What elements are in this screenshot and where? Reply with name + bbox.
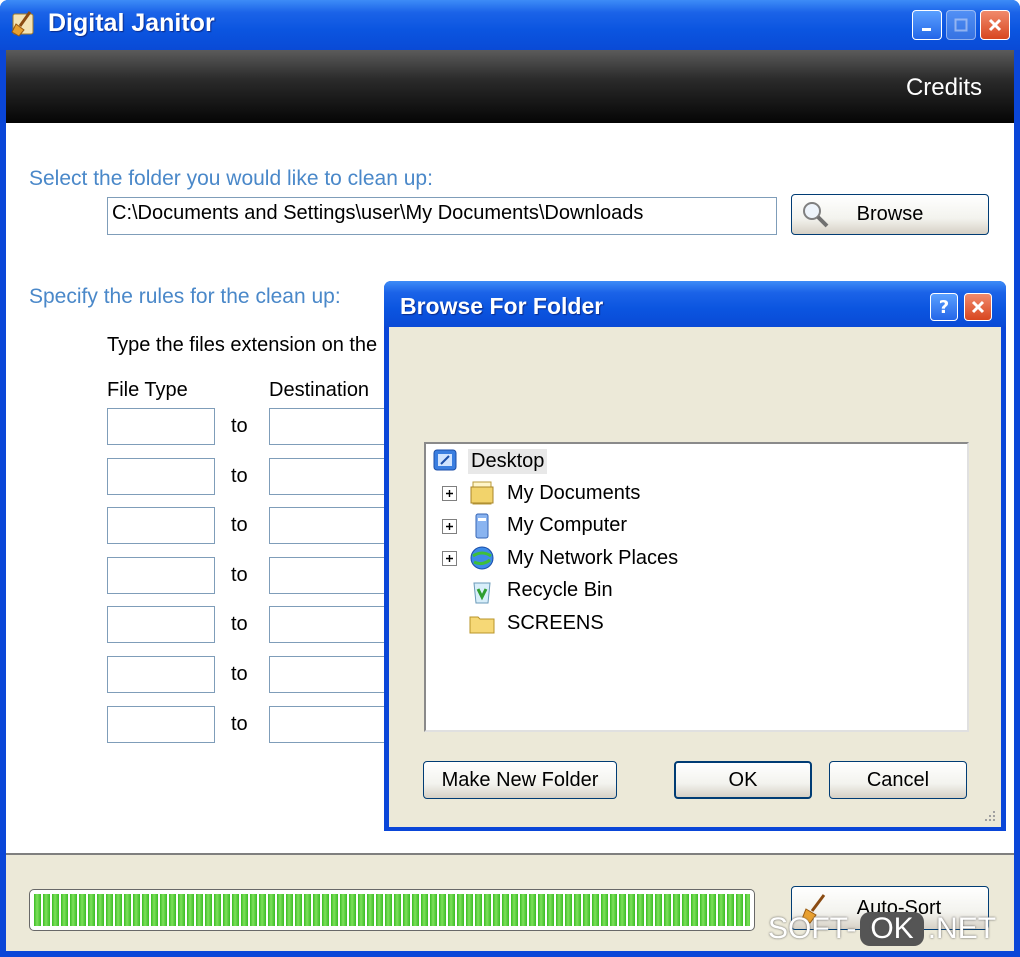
tree-item-label: SCREENS — [507, 611, 604, 634]
to-label: to — [231, 514, 248, 536]
watermark-part1: SOFT- — [768, 912, 857, 945]
close-button[interactable] — [980, 10, 1010, 40]
file-type-column-header: File Type — [107, 379, 188, 401]
maximize-button[interactable] — [946, 10, 976, 40]
maximize-icon — [954, 18, 968, 32]
broom-icon — [11, 11, 34, 37]
minimize-button[interactable] — [912, 10, 942, 40]
minimize-icon — [922, 28, 931, 31]
header-band: Credits — [6, 50, 1014, 123]
close-icon — [971, 300, 985, 314]
destination-input[interactable] — [269, 606, 399, 643]
destination-input[interactable] — [269, 458, 399, 495]
to-label: to — [231, 663, 248, 685]
to-label: to — [231, 713, 248, 735]
file-type-input[interactable] — [107, 606, 215, 643]
watermark-part2: OK — [860, 912, 924, 946]
tree-item-label: Desktop — [468, 448, 548, 474]
tree-item[interactable]: My Network Places — [468, 543, 681, 573]
ok-button[interactable]: OK — [674, 761, 812, 799]
tree-item[interactable]: My Documents — [468, 478, 643, 508]
to-label: to — [231, 415, 248, 437]
make-new-folder-button[interactable]: Make New Folder — [423, 761, 617, 799]
browse-button[interactable]: Browse — [791, 194, 989, 235]
title-bar[interactable]: Digital Janitor — [0, 0, 1020, 50]
recycle-bin-icon — [473, 582, 491, 603]
tree-item[interactable]: Recycle Bin — [468, 576, 616, 606]
tree-expander-plus-icon[interactable] — [442, 486, 457, 501]
to-label: to — [231, 564, 248, 586]
watermark: SOFT- OK .NET — [768, 912, 996, 946]
file-type-input[interactable] — [107, 557, 215, 594]
destination-input[interactable] — [269, 557, 399, 594]
progress-bar — [29, 889, 755, 931]
browse-button-label: Browse — [856, 203, 924, 225]
rules-section-label: Specify the rules for the clean up: — [29, 285, 341, 308]
dialog-close-button[interactable] — [964, 293, 992, 321]
file-type-input[interactable] — [107, 706, 215, 743]
folder-icon — [469, 616, 495, 634]
destination-input[interactable] — [269, 656, 399, 693]
network-places-icon — [470, 546, 494, 570]
help-icon: ? — [938, 296, 950, 318]
tree-item-label: Recycle Bin — [507, 579, 613, 601]
my-documents-icon — [470, 481, 494, 505]
folder-path-input[interactable]: C:\Documents and Settings\user\My Docume… — [107, 197, 777, 235]
tree-item-label: My Documents — [507, 481, 641, 504]
browse-for-folder-dialog: Browse For Folder ? Desktop My Documents… — [384, 281, 1006, 831]
file-type-input[interactable] — [107, 656, 215, 693]
tree-item[interactable]: My Computer — [468, 511, 630, 541]
destination-input[interactable] — [269, 507, 399, 544]
tree-expander-plus-icon[interactable] — [442, 551, 457, 566]
destination-input[interactable] — [269, 408, 399, 445]
folder-tree[interactable]: Desktop My Documents My Computer My Networ… — [424, 442, 969, 732]
folder-section-label: Select the folder you would like to clea… — [29, 167, 433, 190]
to-label: to — [231, 465, 248, 487]
magnifier-icon — [803, 202, 829, 228]
desktop-icon — [433, 449, 457, 471]
watermark-part3: .NET — [927, 912, 997, 945]
tree-item-label: My Network Places — [507, 546, 679, 569]
tree-item[interactable]: SCREENS — [468, 608, 607, 638]
window-title: Digital Janitor — [48, 9, 215, 37]
my-computer-icon — [475, 513, 489, 538]
cancel-button[interactable]: Cancel — [829, 761, 967, 799]
file-type-input[interactable] — [107, 507, 215, 544]
credits-link[interactable]: Credits — [906, 74, 982, 102]
to-label: to — [231, 613, 248, 635]
dialog-body: Desktop My Documents My Computer My Networ… — [389, 327, 1001, 827]
close-icon — [988, 18, 1002, 32]
tree-expander-plus-icon[interactable] — [442, 518, 457, 534]
tree-item-desktop[interactable]: Desktop — [432, 446, 548, 476]
progress-fill — [34, 894, 750, 926]
rules-instruction: Type the files extension on the — [107, 334, 378, 356]
resize-grip-icon[interactable] — [981, 807, 997, 823]
help-button[interactable]: ? — [930, 293, 958, 321]
file-type-input[interactable] — [107, 408, 215, 445]
destination-input[interactable] — [269, 706, 399, 743]
dialog-title: Browse For Folder — [400, 293, 604, 319]
file-type-input[interactable] — [107, 458, 215, 495]
destination-column-header: Destination — [269, 379, 370, 401]
dialog-title-bar[interactable]: Browse For Folder ? — [384, 281, 1006, 327]
tree-item-label: My Computer — [507, 514, 628, 536]
